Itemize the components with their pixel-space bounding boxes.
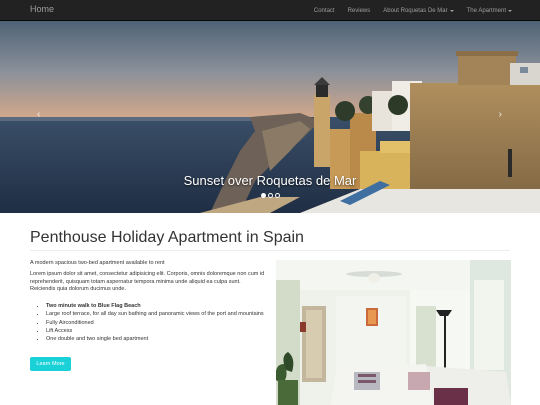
feature-list: Two minute walk to Blue Flag Beach Large…	[38, 302, 264, 343]
nav-item-apartment-dropdown[interactable]: The Apartment	[467, 8, 512, 14]
carousel-next-button[interactable]: ›	[499, 109, 502, 120]
carousel-indicator[interactable]	[260, 193, 266, 198]
description-text: Lorem ipsum dolor sit amet, consectetur …	[30, 271, 265, 293]
nav-item-label: Contact	[313, 7, 335, 14]
navbar: Home Contact Reviews About Roquetas De M…	[0, 0, 540, 21]
intro-text: A modern spacious two-bed apartment avai…	[30, 260, 165, 266]
nav-item-about-dropdown[interactable]: About Roquetas De Mar	[383, 7, 454, 14]
list-item: One double and two single bed apartment	[46, 335, 264, 343]
brand-home-link[interactable]: Home	[30, 4, 54, 14]
nav-menu: Contact Reviews About Roquetas De Mar Th…	[301, 0, 512, 21]
carousel-indicator[interactable]	[267, 193, 273, 198]
list-item: Two minute walk to Blue Flag Beach	[46, 302, 264, 310]
carousel-indicators	[0, 193, 540, 198]
nav-item-label: Reviews	[347, 7, 371, 14]
caret-down-icon	[449, 9, 454, 12]
list-item: Large roof terrace, for all day sun bath…	[46, 310, 264, 318]
learn-more-button[interactable]: Learn More	[30, 357, 71, 371]
list-item: Lift Access	[46, 327, 264, 335]
hero-carousel: ‹ › Sunset over Roquetas de Mar	[0, 21, 540, 213]
caret-down-icon	[508, 9, 512, 12]
carousel-indicator[interactable]	[274, 193, 280, 198]
title-divider	[30, 250, 510, 251]
nav-item-reviews[interactable]: Reviews	[348, 8, 371, 14]
chevron-right-icon: ›	[498, 109, 502, 120]
carousel-caption: Sunset over Roquetas de Mar	[183, 173, 357, 188]
list-item: Fully Airconditioned	[46, 319, 264, 327]
nav-item-label: The Apartment	[466, 7, 506, 14]
apartment-living-room-photo	[276, 260, 511, 405]
page-title: Penthouse Holiday Apartment in Spain	[30, 229, 304, 246]
carousel-prev-button[interactable]: ‹	[37, 109, 40, 120]
nav-item-contact[interactable]: Contact	[314, 8, 335, 14]
chevron-left-icon: ‹	[37, 109, 41, 120]
nav-item-label: About Roquetas De Mar	[383, 7, 448, 14]
